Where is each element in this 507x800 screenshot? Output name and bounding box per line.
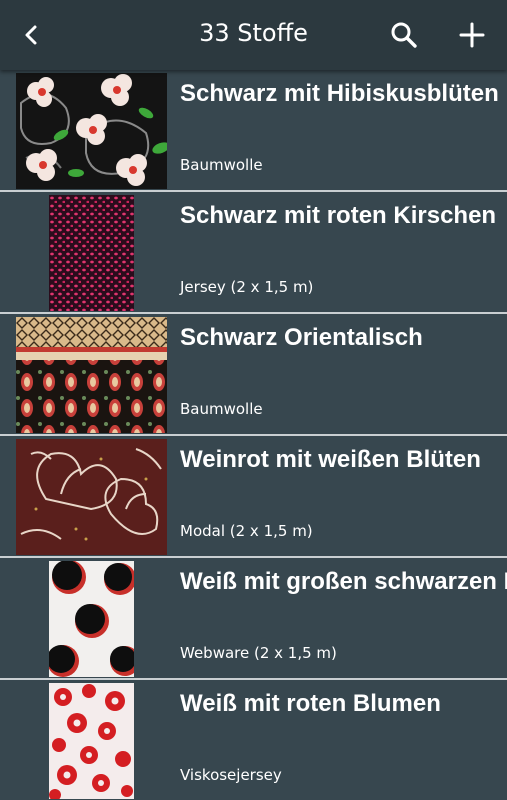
page-title: 33 Stoffe	[199, 19, 308, 47]
fabric-material: Baumwolle	[180, 156, 263, 174]
fabric-name: Weiß mit roten Blumen	[180, 690, 441, 717]
fabric-thumbnail	[49, 683, 134, 799]
fabric-thumbnail	[16, 73, 167, 189]
fabric-list-item[interactable]: Schwarz mit Hibiskusblüten Baumwolle	[0, 70, 507, 192]
fabric-material: Baumwolle	[180, 400, 263, 418]
fabric-thumbnail	[49, 561, 134, 677]
fabric-thumbnail	[49, 195, 134, 311]
fabric-thumbnail	[16, 439, 167, 555]
fabric-name: Schwarz mit roten Kirschen	[180, 202, 497, 229]
fabric-name: Weinrot mit weißen Blüten	[180, 446, 481, 473]
fabric-material: Jersey (2 x 1,5 m)	[180, 278, 314, 296]
fabric-list-item[interactable]: Schwarz Orientalisch Baumwolle	[0, 314, 507, 436]
search-icon[interactable]	[387, 18, 421, 52]
fabric-name: Schwarz mit Hibiskusblüten	[180, 80, 499, 107]
fabric-list-item[interactable]: Weinrot mit weißen Blüten Modal (2 x 1,5…	[0, 436, 507, 558]
fabric-name: Weiß mit großen schwarzen Punkten	[180, 568, 507, 595]
fabric-list-item[interactable]: Weiß mit großen schwarzen Punkten Webwar…	[0, 558, 507, 680]
plus-icon[interactable]	[455, 18, 489, 52]
fabric-list-item[interactable]: Schwarz mit roten Kirschen Jersey (2 x 1…	[0, 192, 507, 314]
fabric-name: Schwarz Orientalisch	[180, 324, 423, 351]
fabric-thumbnail	[16, 317, 167, 433]
fabric-list-item[interactable]: Weiß mit roten Blumen Viskosejersey	[0, 680, 507, 800]
fabric-material: Viskosejersey	[180, 766, 282, 784]
fabric-list[interactable]: Schwarz mit Hibiskusblüten Baumwolle Sch…	[0, 70, 507, 800]
fabric-material: Modal (2 x 1,5 m)	[180, 522, 313, 540]
app-bar: 33 Stoffe	[0, 0, 507, 70]
fabric-material: Webware (2 x 1,5 m)	[180, 644, 337, 662]
